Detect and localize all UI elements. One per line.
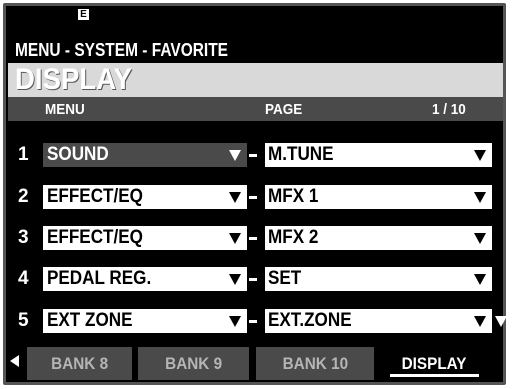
page-dropdown[interactable]: SET — [265, 267, 492, 291]
dash-separator — [249, 278, 257, 281]
active-tab-underline — [390, 374, 479, 377]
scroll-left-icon[interactable] — [10, 355, 19, 367]
page-dropdown-value: M.TUNE — [268, 144, 334, 165]
menu-dropdown-value: EXT ZONE — [47, 310, 133, 331]
page-dropdown-value: SET — [268, 268, 302, 289]
organ-display-screen: { "status_icon": "E", "breadcrumb": "MEN… — [0, 0, 512, 389]
dash-separator — [249, 196, 257, 199]
breadcrumb: MENU - SYSTEM - FAVORITE — [15, 40, 229, 60]
menu-dropdown[interactable]: EFFECT/EQ — [43, 185, 247, 209]
menu-dropdown[interactable]: SOUND — [43, 143, 247, 167]
menu-dropdown-value: EFFECT/EQ — [47, 227, 143, 248]
tab-bank-8[interactable]: BANK 8 — [27, 347, 132, 380]
dropdown-arrow-icon — [229, 274, 241, 285]
page-title: DISPLAY — [15, 63, 133, 96]
menu-dropdown-value: SOUND — [47, 144, 109, 165]
dropdown-arrow-icon — [474, 233, 486, 244]
column-header-page: PAGE — [265, 101, 303, 118]
tab-display[interactable]: DISPLAY — [382, 347, 487, 380]
column-header-menu: MENU — [45, 101, 85, 118]
dropdown-arrow-icon — [229, 150, 241, 161]
page-dropdown-value: MFX 1 — [268, 186, 319, 207]
menu-dropdown[interactable]: EFFECT/EQ — [43, 226, 247, 250]
page-dropdown[interactable]: MFX 1 — [265, 185, 492, 209]
menu-dropdown-value: PEDAL REG. — [47, 268, 152, 289]
row-number: 4 — [18, 268, 29, 289]
row-number: 3 — [18, 227, 29, 248]
scroll-down-icon[interactable] — [495, 316, 507, 327]
menu-dropdown-value: EFFECT/EQ — [47, 186, 143, 207]
row-number: 5 — [18, 310, 29, 331]
dropdown-arrow-icon — [474, 274, 486, 285]
dash-separator — [249, 154, 257, 157]
edit-status-icon: E — [78, 9, 89, 20]
page-dropdown[interactable]: M.TUNE — [265, 143, 492, 167]
page-dropdown[interactable]: MFX 2 — [265, 226, 492, 250]
dropdown-arrow-icon — [474, 192, 486, 203]
dropdown-arrow-icon — [474, 150, 486, 161]
tab-bank-9[interactable]: BANK 9 — [138, 347, 249, 380]
page-dropdown-value: EXT.ZONE — [268, 310, 352, 331]
menu-dropdown[interactable]: EXT ZONE — [43, 309, 247, 333]
dash-separator — [249, 320, 257, 323]
dropdown-arrow-icon — [229, 233, 241, 244]
page-dropdown[interactable]: EXT.ZONE — [265, 309, 492, 333]
dropdown-arrow-icon — [474, 316, 486, 327]
dropdown-arrow-icon — [229, 316, 241, 327]
row-number: 2 — [18, 186, 29, 207]
menu-dropdown[interactable]: PEDAL REG. — [43, 267, 247, 291]
bank-tab-bar: BANK 8 BANK 9 BANK 10 DISPLAY — [8, 347, 503, 381]
page-indicator: 1 / 10 — [432, 101, 466, 118]
row-number: 1 — [18, 144, 29, 165]
tab-bank-10[interactable]: BANK 10 — [256, 347, 374, 380]
dropdown-arrow-icon — [229, 192, 241, 203]
dash-separator — [249, 237, 257, 240]
page-dropdown-value: MFX 2 — [268, 227, 319, 248]
